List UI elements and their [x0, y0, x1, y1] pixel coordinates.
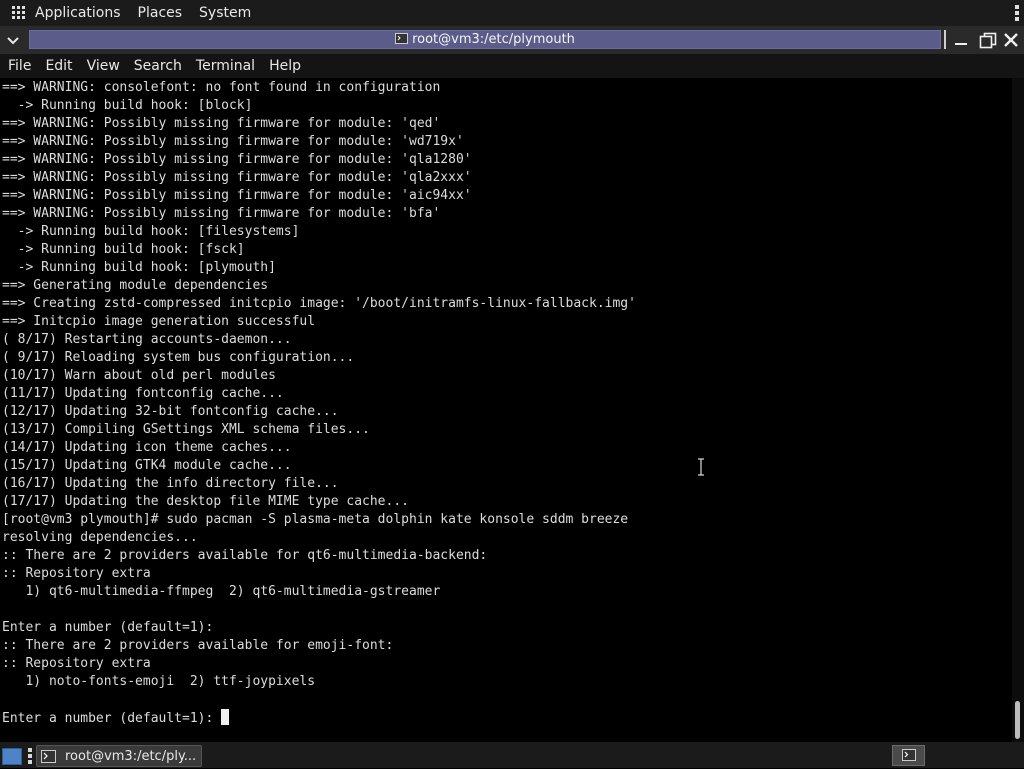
- terminal-line: ==> WARNING: Possibly missing firmware f…: [2, 134, 464, 149]
- terminal-line: :: Repository extra: [2, 656, 151, 671]
- terminal-line: [root@vm3 plymouth]# sudo pacman -S plas…: [2, 512, 629, 527]
- title-divider: [944, 30, 946, 49]
- terminal-line: resolving dependencies...: [2, 530, 198, 545]
- terminal-line: :: Repository extra: [2, 566, 151, 581]
- close-button[interactable]: [1002, 31, 1020, 49]
- terminal-line: (14/17) Updating icon theme caches...: [2, 440, 292, 455]
- show-desktop-icon[interactable]: [2, 748, 22, 765]
- panel-handle-icon[interactable]: [27, 747, 33, 765]
- terminal-line: :: There are 2 providers available for e…: [2, 638, 394, 653]
- terminal-icon: [41, 749, 56, 763]
- terminal-line: ==> WARNING: Possibly missing firmware f…: [2, 116, 441, 131]
- text-cursor-icon: [697, 458, 705, 476]
- maximize-button[interactable]: [979, 31, 997, 49]
- terminal-menubar: File Edit View Search Terminal Help: [0, 54, 1024, 78]
- window-title: root@vm3:/etc/plymouth: [29, 30, 941, 49]
- workspace-terminal-icon[interactable]: [892, 745, 925, 766]
- terminal-line: ==> Creating zstd-compressed initcpio im…: [2, 296, 636, 311]
- terminal-line: ( 9/17) Reloading system bus configurati…: [2, 350, 355, 365]
- terminal-prompt: Enter a number (default=1):: [2, 711, 222, 726]
- terminal-line: ==> Initcpio image generation successful: [2, 314, 316, 329]
- terminal-prompt-line[interactable]: Enter a number (default=1):: [2, 709, 636, 727]
- terminal-line: 1) qt6-multimedia-ffmpeg 2) qt6-multimed…: [2, 584, 441, 599]
- terminal-cursor: [221, 709, 230, 725]
- taskbar-window-button[interactable]: root@vm3:/etc/ply...: [36, 745, 202, 767]
- terminal-line: ==> WARNING: Possibly missing firmware f…: [2, 170, 472, 185]
- top-panel: Applications Places System: [0, 0, 1024, 26]
- terminal-line: -> Running build hook: [fsck]: [2, 242, 245, 257]
- terminal-line: ==> WARNING: Possibly missing firmware f…: [2, 188, 472, 203]
- window-title-strip: root@vm3:/etc/plymouth: [29, 30, 941, 49]
- menu-file[interactable]: File: [8, 58, 31, 74]
- terminal-output: ==> WARNING: consolefont: no font found …: [2, 79, 636, 727]
- terminal-line: -> Running build hook: [plymouth]: [2, 260, 276, 275]
- terminal-icon: [395, 31, 409, 44]
- terminal-line: (11/17) Updating fontconfig cache...: [2, 386, 284, 401]
- taskbar-window-label: root@vm3:/etc/ply...: [65, 748, 197, 764]
- terminal-line: :: There are 2 providers available for q…: [2, 548, 488, 563]
- menu-terminal[interactable]: Terminal: [196, 58, 255, 74]
- menu-edit[interactable]: Edit: [45, 58, 72, 74]
- terminal-line: (12/17) Updating 32-bit fontconfig cache…: [2, 404, 339, 419]
- terminal-line: (15/17) Updating GTK4 module cache...: [2, 458, 292, 473]
- menu-help[interactable]: Help: [269, 58, 301, 74]
- panel-menu-applications[interactable]: Applications: [35, 5, 121, 21]
- terminal-line: ==> WARNING: Possibly missing firmware f…: [2, 152, 472, 167]
- window-menu-chevron-icon[interactable]: [6, 32, 20, 46]
- terminal-scrollbar[interactable]: [1012, 78, 1024, 742]
- terminal-area[interactable]: ==> WARNING: consolefont: no font found …: [0, 78, 1012, 742]
- terminal-line: (17/17) Updating the desktop file MIME t…: [2, 494, 409, 509]
- minimize-button[interactable]: [952, 31, 970, 49]
- terminal-line: -> Running build hook: [block]: [2, 98, 253, 113]
- panel-menu-places[interactable]: Places: [138, 5, 183, 21]
- terminal-line: ==> Generating module dependencies: [2, 278, 269, 293]
- terminal-line: (16/17) Updating the info directory file…: [2, 476, 339, 491]
- panel-menu-system[interactable]: System: [199, 5, 251, 21]
- terminal-line: (10/17) Warn about old perl modules: [2, 368, 276, 383]
- terminal-line: 1) noto-fonts-emoji 2) ttf-joypixels: [2, 674, 316, 689]
- scrollbar-thumb[interactable]: [1015, 701, 1020, 739]
- panel-overflow-icon[interactable]: [1014, 4, 1020, 22]
- app-grid-icon[interactable]: [12, 6, 26, 20]
- terminal-line: ( 8/17) Restarting accounts-daemon...: [2, 332, 292, 347]
- menu-search[interactable]: Search: [134, 58, 182, 74]
- terminal-line: Enter a number (default=1):: [2, 620, 214, 635]
- terminal-line: ==> WARNING: consolefont: no font found …: [2, 80, 441, 95]
- menu-view[interactable]: View: [87, 58, 120, 74]
- terminal-line: ==> WARNING: Possibly missing firmware f…: [2, 206, 441, 221]
- terminal-line: (13/17) Compiling GSettings XML schema f…: [2, 422, 370, 437]
- window-title-text: root@vm3:/etc/plymouth: [412, 32, 575, 47]
- terminal-line: -> Running build hook: [filesystems]: [2, 224, 300, 239]
